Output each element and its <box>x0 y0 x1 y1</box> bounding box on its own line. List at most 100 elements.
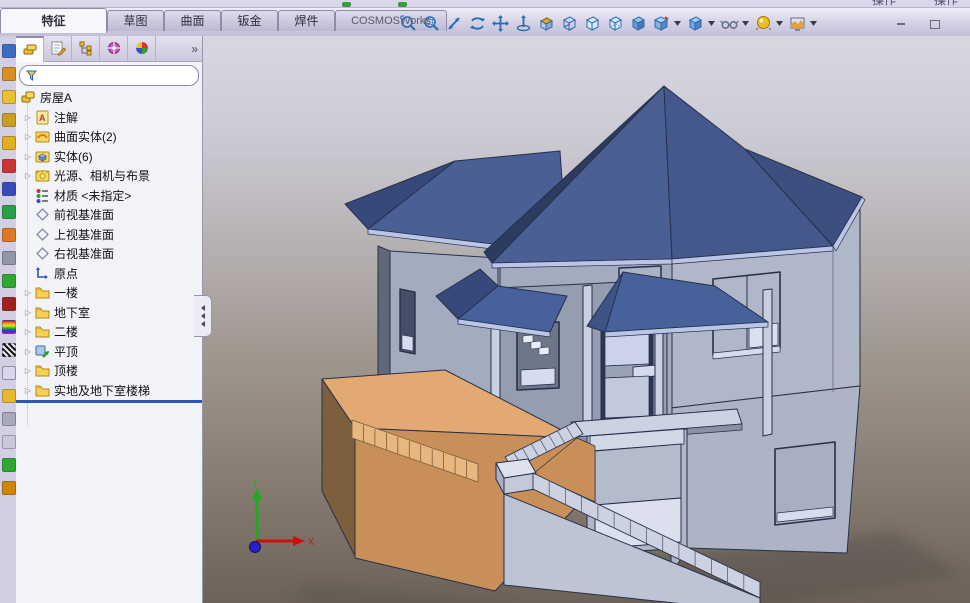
expander-icon[interactable]: ▷ <box>22 366 34 375</box>
expander-icon[interactable]: ▷ <box>22 288 34 297</box>
expander-icon[interactable]: ▷ <box>22 327 34 336</box>
command-tab-4[interactable]: 钣金 <box>221 10 278 31</box>
tree-item-4[interactable]: ▷ 光源、相机与布景 <box>16 166 202 186</box>
strip-zebra-icon[interactable] <box>2 343 16 357</box>
tree-item-3[interactable]: ▷ 实体(6) <box>16 147 202 167</box>
window-lower-right <box>774 441 836 526</box>
expander-icon[interactable]: ▷ <box>22 132 34 141</box>
apply-scene-dropdown[interactable] <box>809 12 818 34</box>
minimize-button[interactable] <box>893 17 909 31</box>
strip-column-icon[interactable] <box>2 412 16 426</box>
tree-item-label: 平顶 <box>54 344 79 359</box>
feature-manager-panel: » 房屋A ▷ A 注解 ▷ 曲面实体(2) ▷ 实体(6) ▷ 光源、相机与布景 材质 <未指定>… <box>16 36 203 603</box>
panel-tabs-overflow[interactable]: » <box>191 42 198 56</box>
tree-item-5[interactable]: 材质 <未指定> <box>16 186 202 206</box>
strip-revolve-icon[interactable] <box>2 113 16 127</box>
plane-icon <box>34 207 51 222</box>
strip-appearance-icon[interactable] <box>2 320 16 334</box>
hidden-lines-cube-icon[interactable] <box>581 12 603 34</box>
hidden-lines-visible-cube-icon[interactable] <box>604 12 626 34</box>
apply-scene-icon[interactable] <box>786 12 808 34</box>
expander-icon[interactable]: ▷ <box>22 113 34 122</box>
propertymanager-tab[interactable] <box>44 36 72 60</box>
tree-item-label: 原点 <box>54 266 79 281</box>
restore-button[interactable] <box>927 17 943 31</box>
tree-item-7[interactable]: 上视基准面 <box>16 225 202 245</box>
expander-icon[interactable]: ▷ <box>22 347 34 356</box>
tree-item-14[interactable]: ▷ 顶楼 <box>16 361 202 381</box>
tree-item-11[interactable]: ▷ 地下室 <box>16 303 202 323</box>
section-view-icon[interactable] <box>535 12 557 34</box>
strip-angle-icon[interactable] <box>2 435 16 449</box>
strip-shell-icon[interactable] <box>2 251 16 265</box>
strip-button-icon[interactable] <box>2 366 16 380</box>
strip-assembly-icon[interactable] <box>2 182 16 196</box>
strip-mate-icon[interactable] <box>2 159 16 173</box>
tree-item-1[interactable]: ▷ A 注解 <box>16 108 202 128</box>
standard-views-icon[interactable] <box>650 12 672 34</box>
rotate-view-icon[interactable] <box>466 12 488 34</box>
appearances-icon[interactable] <box>752 12 774 34</box>
strip-error-icon[interactable] <box>2 297 16 311</box>
strip-draft-icon[interactable] <box>2 228 16 242</box>
tree-item-10[interactable]: ▷ 一楼 <box>16 283 202 303</box>
rotate-about-axis-icon[interactable] <box>512 12 534 34</box>
strip-box-icon[interactable] <box>2 389 16 403</box>
appearances-dropdown[interactable] <box>775 12 784 34</box>
rollback-bar[interactable] <box>16 400 202 403</box>
tree-item-8[interactable]: 右视基准面 <box>16 244 202 264</box>
configurationmanager-tab[interactable] <box>72 36 100 60</box>
wireframe-cube-icon[interactable] <box>558 12 580 34</box>
strip-fillet-icon[interactable] <box>2 205 16 219</box>
strip-dimension-icon[interactable] <box>2 67 16 81</box>
clipped-toolbar-row: 操作 操作 <box>0 0 970 8</box>
hide-show-items-icon[interactable] <box>718 12 740 34</box>
command-tab-5[interactable]: 焊件 <box>278 10 335 31</box>
zoom-in-out-icon[interactable] <box>443 12 465 34</box>
command-tab-2[interactable]: 草图 <box>107 10 164 31</box>
tree-item-label: 实地及地下室楼梯 <box>54 383 151 398</box>
strip-check-icon[interactable] <box>2 274 16 288</box>
tree-item-label: 房屋A <box>40 91 73 106</box>
dimxpertmanager-tab[interactable] <box>100 36 128 60</box>
command-manager-bar: 特征 草图 曲面 钣金 焊件 COSMOSWorks <box>0 8 970 37</box>
tree-item-15[interactable]: ▷ 实地及地下室楼梯 <box>16 381 202 401</box>
tree-item-2[interactable]: ▷ 曲面实体(2) <box>16 127 202 147</box>
plane-icon <box>34 227 51 242</box>
standard-views-dropdown[interactable] <box>673 12 682 34</box>
house-model[interactable]: Y X <box>215 36 970 603</box>
material-icon <box>34 188 51 203</box>
panel-splitter-handle[interactable] <box>194 295 212 337</box>
expander-icon[interactable]: ▷ <box>22 308 34 317</box>
command-tab-1[interactable]: 特征 <box>0 8 107 33</box>
display-style-dropdown[interactable] <box>707 12 716 34</box>
shaded-cube-icon[interactable] <box>627 12 649 34</box>
tree-item-12[interactable]: ▷ 二楼 <box>16 322 202 342</box>
lights-icon <box>34 168 51 183</box>
zoom-to-fit-icon[interactable] <box>397 12 419 34</box>
tree-item-6[interactable]: 前视基准面 <box>16 205 202 225</box>
left-toolbar-strip <box>0 36 17 603</box>
display-style-icon[interactable] <box>684 12 706 34</box>
zoom-to-area-icon[interactable] <box>420 12 442 34</box>
strip-clock-icon[interactable] <box>2 136 16 150</box>
hide-show-items-dropdown[interactable] <box>741 12 750 34</box>
pan-icon[interactable] <box>489 12 511 34</box>
tree-item-13[interactable]: ▷ 平顶 <box>16 342 202 362</box>
tree-item-root[interactable]: 房屋A <box>16 88 202 108</box>
command-tab-3[interactable]: 曲面 <box>164 10 221 31</box>
strip-extrude-icon[interactable] <box>2 90 16 104</box>
displaymanager-tab[interactable] <box>128 36 156 60</box>
featuremanager-tab[interactable] <box>16 36 44 62</box>
tree-item-9[interactable]: 原点 <box>16 264 202 284</box>
strip-sphere-icon[interactable] <box>2 458 16 472</box>
expander-icon[interactable]: ▷ <box>22 386 34 395</box>
expander-icon[interactable]: ▷ <box>22 152 34 161</box>
filter-input[interactable] <box>40 67 198 84</box>
viewport-3d[interactable]: Y X <box>203 36 970 603</box>
feature-icon <box>34 344 51 359</box>
tree-filter[interactable] <box>19 65 199 86</box>
expander-icon[interactable]: ▷ <box>22 171 34 180</box>
strip-loft-icon[interactable] <box>2 481 16 495</box>
strip-sketch-icon[interactable] <box>2 44 16 58</box>
